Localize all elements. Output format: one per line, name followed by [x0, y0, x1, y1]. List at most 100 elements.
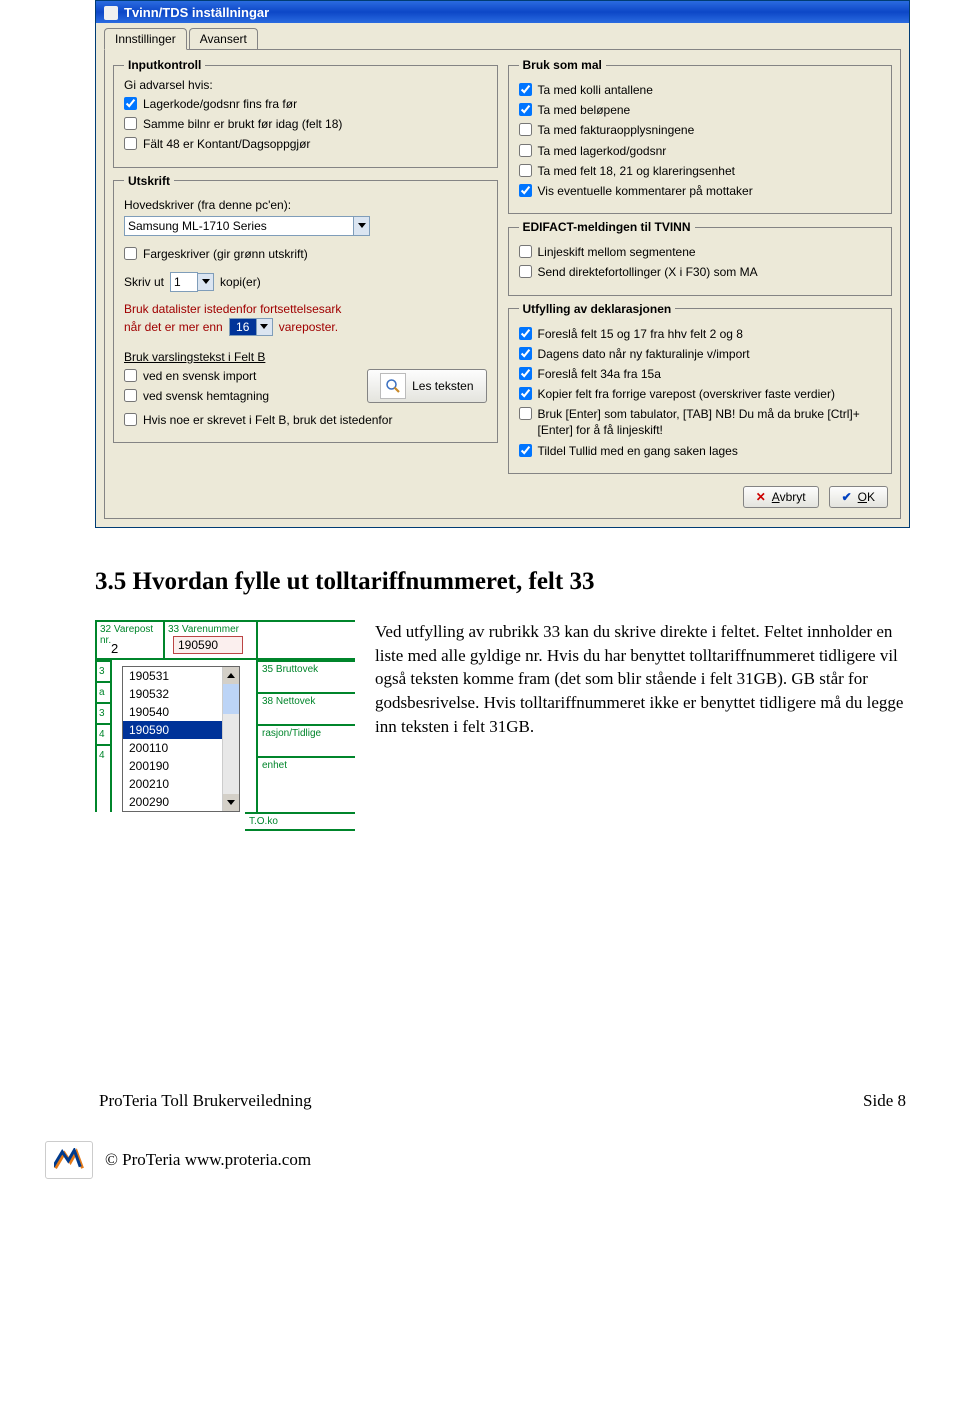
cb-linjeskift[interactable]: Linjeskift mellom segmentene — [519, 244, 882, 260]
list-item[interactable]: 200290 — [123, 793, 223, 811]
utskrift-legend: Utskrift — [124, 174, 174, 188]
cb-foresla34a[interactable]: Foreslå felt 34a fra 15a — [519, 366, 882, 382]
cancel-button[interactable]: ✕AAvbrytvbryt — [743, 486, 819, 508]
cb-felt18-box[interactable] — [519, 164, 532, 177]
scroll-up-icon[interactable] — [223, 667, 239, 684]
cb-fargeskriver-label: Fargeskriver (gir grønn utskrift) — [143, 246, 308, 262]
list-item[interactable]: 190532 — [123, 685, 223, 703]
cb-direkteforto[interactable]: Send direktefortollinger (X i F30) som M… — [519, 264, 882, 280]
vareposter-dropdown-arrow[interactable] — [257, 318, 273, 336]
inputkontroll-group: Inputkontroll Gi advarsel hvis: Lagerkod… — [113, 58, 498, 168]
list-item[interactable]: 190540 — [123, 703, 223, 721]
cb-lagerkode-box[interactable] — [124, 97, 137, 110]
cb-vis-komm-box[interactable] — [519, 184, 532, 197]
stub-1: 3 — [97, 660, 110, 681]
scroll-thumb[interactable] — [223, 684, 239, 714]
cb-svensk-import[interactable]: ved en svensk import — [124, 368, 367, 384]
cb-linjeskift-box[interactable] — [519, 245, 532, 258]
cb-bilnr[interactable]: Samme bilnr er brukt før idag (felt 18) — [124, 116, 487, 132]
section-body: Ved utfylling av rubrikk 33 kan du skriv… — [375, 620, 910, 739]
cb-felt18[interactable]: Ta med felt 18, 21 og klareringsenhet — [519, 163, 882, 179]
skriv-ut-label: Skriv ut — [124, 275, 164, 289]
scroll-down-icon[interactable] — [223, 794, 239, 811]
tab-innstillinger[interactable]: Innstillinger — [104, 28, 187, 50]
cb-vis-komm[interactable]: Vis eventuelle kommentarer på mottaker — [519, 183, 882, 199]
kopi-input[interactable] — [170, 272, 198, 292]
varsling-heading: Bruk varslingstekst i Felt B — [124, 350, 487, 364]
form-fragment: 32 Varepost nr. 2 33 Varenummer 190590 3… — [95, 620, 355, 831]
ok-button[interactable]: ✔OK — [829, 486, 888, 508]
cb-dagensdato-label: Dagens dato når ny fakturalinje v/import — [538, 346, 750, 362]
cb-lagerkode[interactable]: Lagerkode/godsnr fins fra før — [124, 96, 487, 112]
cb-tildeltullid[interactable]: Tildel Tullid med en gang saken lages — [519, 443, 882, 459]
stub-3: 3 — [97, 702, 110, 723]
cb-foresla34a-box[interactable] — [519, 367, 532, 380]
cb-svensk-import-box[interactable] — [124, 369, 137, 382]
les-teksten-button[interactable]: Les teksten — [367, 369, 486, 403]
scrollbar[interactable] — [222, 667, 239, 811]
vareposter-input[interactable]: 16 — [229, 318, 257, 336]
cb-kolli[interactable]: Ta med kolli antallene — [519, 82, 882, 98]
cb-belop[interactable]: Ta med beløpene — [519, 102, 882, 118]
cb-direkteforto-box[interactable] — [519, 265, 532, 278]
printer-dropdown-arrow[interactable] — [354, 216, 370, 236]
cb-belop-box[interactable] — [519, 103, 532, 116]
cb-entertab-box[interactable] — [519, 407, 532, 420]
cb-kolli-label: Ta med kolli antallene — [538, 82, 653, 98]
cb-lagerkode2-box[interactable] — [519, 144, 532, 157]
cb-lagerkode2[interactable]: Ta med lagerkod/godsnr — [519, 143, 882, 159]
kopi-dropdown-arrow[interactable] — [198, 273, 214, 291]
cb-foresla15-box[interactable] — [519, 327, 532, 340]
cb-faktura-box[interactable] — [519, 123, 532, 136]
cb-svensk-hemtagning[interactable]: ved svensk hemtagning — [124, 388, 367, 404]
cb-entertab[interactable]: Bruk [Enter] som tabulator, [TAB] NB! Du… — [519, 406, 882, 438]
cb-kopierfelt-box[interactable] — [519, 387, 532, 400]
cb-faktura[interactable]: Ta med fakturaopplysningene — [519, 122, 882, 138]
cb-svensk-hemtagning-box[interactable] — [124, 389, 137, 402]
list-item[interactable]: 200210 — [123, 775, 223, 793]
list-item[interactable]: 200190 — [123, 757, 223, 775]
cb-tildeltullid-box[interactable] — [519, 444, 532, 457]
inputkontroll-intro: Gi advarsel hvis: — [124, 78, 487, 92]
cb-felt48[interactable]: Fält 48 er Kontant/Dagsoppgjør — [124, 136, 487, 152]
cb-fargeskriver-box[interactable] — [124, 247, 137, 260]
printer-select[interactable] — [124, 216, 354, 236]
list-item[interactable]: 200110 — [123, 739, 223, 757]
list-item[interactable]: 190590 — [123, 721, 223, 739]
inputkontroll-legend: Inputkontroll — [124, 58, 205, 72]
cb-bilnr-box[interactable] — [124, 117, 137, 130]
cb-feltb-override-label: Hvis noe er skrevet i Felt B, bruk det i… — [143, 412, 392, 428]
window-title: Tvinn/TDS inställningar — [124, 5, 269, 20]
list-item[interactable]: 190531 — [123, 667, 223, 685]
cb-fargeskriver[interactable]: Fargeskriver (gir grønn utskrift) — [124, 246, 487, 262]
varenummer-input[interactable]: 190590 — [173, 636, 243, 654]
cb-kopierfelt[interactable]: Kopier felt fra forrige varepost (oversk… — [519, 386, 882, 402]
f35-label: 35 Bruttovek — [256, 660, 355, 692]
stub-2: a — [97, 681, 110, 702]
cb-kolli-box[interactable] — [519, 83, 532, 96]
magnifier-icon — [380, 373, 406, 399]
cb-svensk-import-label: ved en svensk import — [143, 368, 256, 384]
utfylling-legend: Utfylling av deklarasjonen — [519, 302, 676, 316]
cb-felt48-box[interactable] — [124, 137, 137, 150]
footer-right: Side 8 — [863, 1091, 906, 1111]
cb-lagerkode-label: Lagerkode/godsnr fins fra før — [143, 96, 297, 112]
cb-dagensdato-box[interactable] — [519, 347, 532, 360]
stub-4: 4 — [97, 723, 110, 744]
brukmal-group: Bruk som mal Ta med kolli antallene Ta m… — [508, 58, 893, 214]
tabs: Innstillinger Avansert — [104, 27, 901, 49]
tab-avansert[interactable]: Avansert — [189, 28, 258, 50]
cb-tildeltullid-label: Tildel Tullid med en gang saken lages — [538, 443, 738, 459]
tariff-listbox[interactable]: 1905311905321905401905902001102001902002… — [122, 666, 240, 812]
cb-foresla15-label: Foreslå felt 15 og 17 fra hhv felt 2 og … — [538, 326, 743, 342]
titlebar: Tvinn/TDS inställningar — [96, 1, 909, 23]
cb-entertab-label: Bruk [Enter] som tabulator, [TAB] NB! Du… — [538, 406, 882, 438]
settings-dialog: Tvinn/TDS inställningar Innstillinger Av… — [95, 0, 910, 528]
cb-foresla15[interactable]: Foreslå felt 15 og 17 fra hhv felt 2 og … — [519, 326, 882, 342]
stub-5: 4 — [97, 744, 110, 765]
tok-label: T.O.ko — [245, 812, 355, 831]
cb-dagensdato[interactable]: Dagens dato når ny fakturalinje v/import — [519, 346, 882, 362]
cb-feltb-override-box[interactable] — [124, 413, 137, 426]
cb-felt18-label: Ta med felt 18, 21 og klareringsenhet — [538, 163, 735, 179]
cb-feltb-override[interactable]: Hvis noe er skrevet i Felt B, bruk det i… — [124, 412, 487, 428]
